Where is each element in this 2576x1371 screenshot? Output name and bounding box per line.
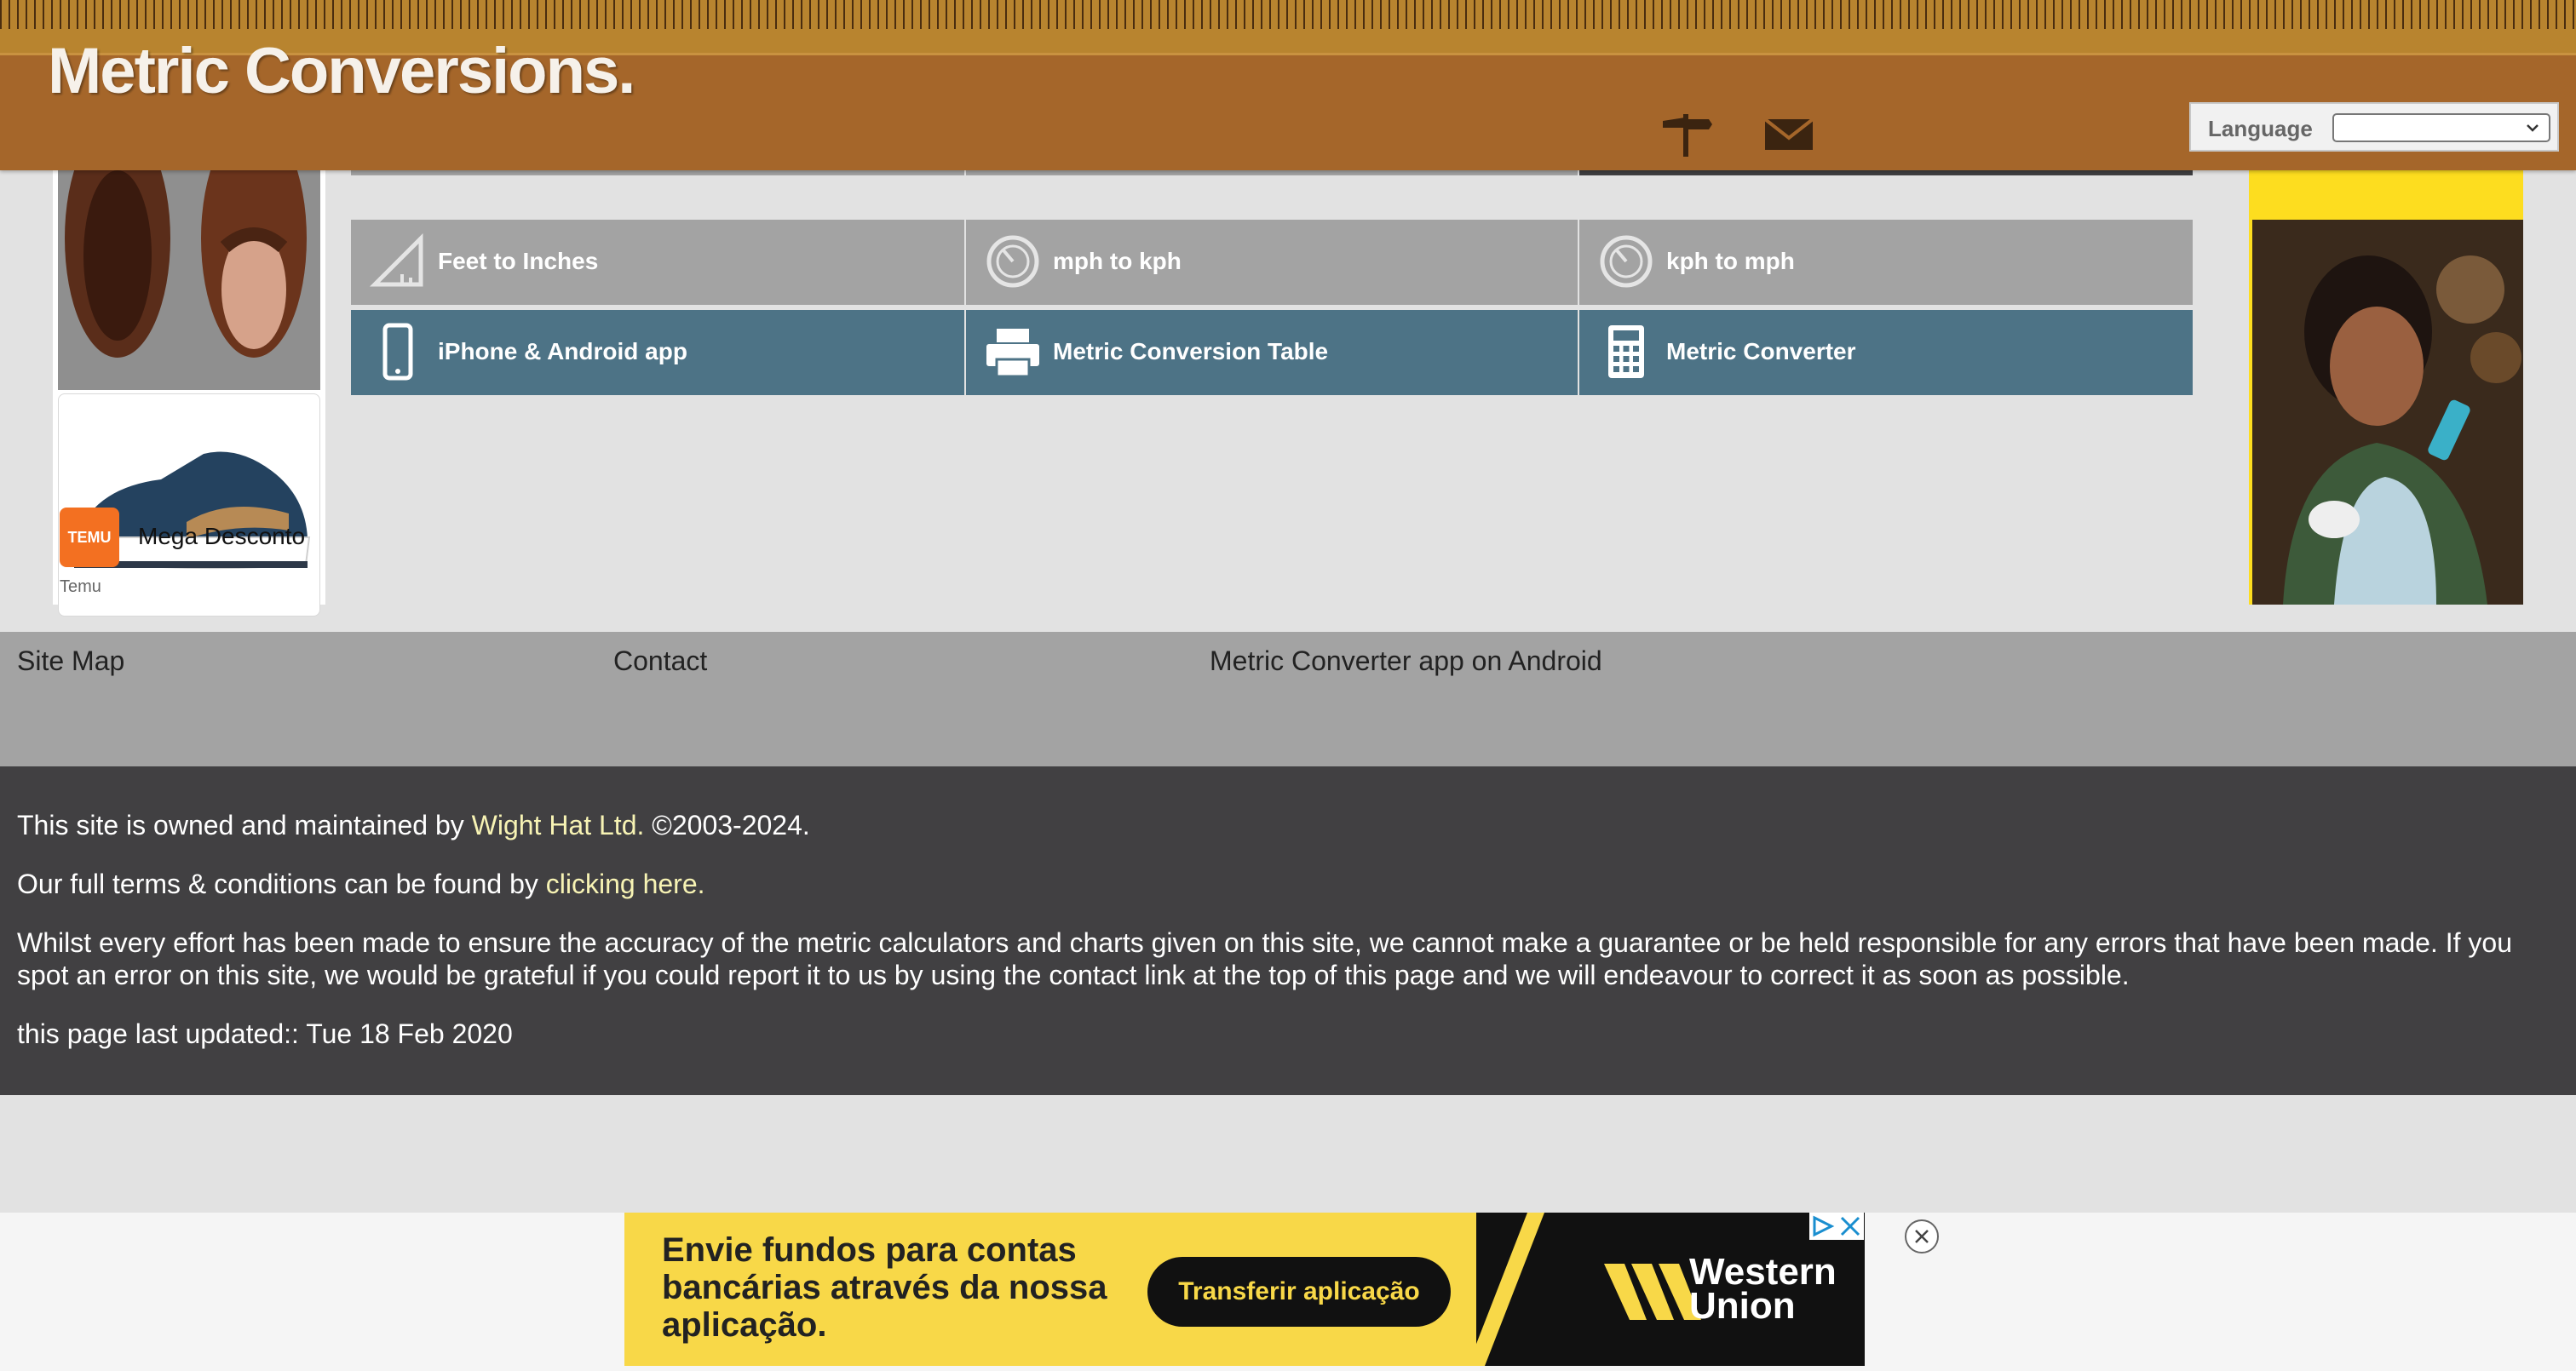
conversion-link-label: mph to kph (1053, 248, 1182, 274)
ownership-prefix: This site is owned and maintained by (17, 810, 472, 840)
footer-link-android-app[interactable]: Metric Converter app on Android (1210, 645, 1602, 677)
footer-link-site-map[interactable]: Site Map (17, 645, 124, 677)
language-selector: Language (2189, 102, 2559, 152)
adchoices-icon[interactable] (1809, 1213, 1864, 1240)
conversion-link-metric-conversion-table[interactable]: Metric Conversion Table (966, 310, 1578, 395)
ad-brand: Temu (60, 577, 101, 596)
sandals-product-image[interactable] (58, 136, 320, 390)
speedometer-icon (986, 235, 1039, 288)
printer-icon (986, 329, 1039, 378)
western-union-line2: Union (1689, 1285, 1796, 1327)
site-logo-title[interactable]: Metric Conversions. (48, 34, 635, 108)
western-union-line1: Western (1689, 1251, 1837, 1293)
terms-text: Our full terms & conditions can be found… (17, 868, 705, 900)
wight-hat-link[interactable]: Wight Hat Ltd. (472, 810, 645, 840)
conversion-link-metric-converter[interactable]: Metric Converter (1579, 310, 2193, 395)
speedometer-icon (1600, 235, 1653, 288)
temu-logo[interactable]: TEMU (60, 508, 119, 567)
ownership-text: This site is owned and maintained by Wig… (17, 809, 810, 841)
disclaimer-text: Whilst every effort has been made to ens… (17, 927, 2513, 990)
language-dropdown[interactable] (2332, 113, 2550, 142)
language-label: Language (2208, 116, 2313, 141)
left-advertisement[interactable]: TEMU Mega Desconto Temu (53, 119, 325, 617)
terms-link[interactable]: clicking here. (546, 869, 705, 899)
ownership-suffix: ©2003-2024. (644, 810, 810, 840)
conversion-link-label: Feet to Inches (438, 248, 599, 274)
ad-title[interactable]: Mega Desconto (138, 523, 305, 550)
bottom-advertisement[interactable]: Envie fundos para contas bancárias atrav… (624, 1213, 1865, 1366)
conversion-link-kph-to-mph[interactable]: kph to mph (1579, 220, 2193, 305)
close-ad-button[interactable] (1905, 1219, 1939, 1253)
conversion-link-iphone-android-app[interactable]: iPhone & Android app (351, 310, 964, 395)
chevron-down-icon (2527, 124, 2539, 132)
signpost-icon[interactable] (1656, 107, 1716, 158)
western-union-logo: Western Union (1689, 1251, 1837, 1327)
ruler-icon (369, 232, 423, 287)
close-icon (1915, 1230, 1929, 1243)
mail-icon[interactable] (1763, 116, 1814, 152)
last-updated-text: this page last updated:: Tue 18 Feb 2020 (17, 1018, 513, 1049)
conversion-link-mph-to-kph[interactable]: mph to kph (966, 220, 1578, 305)
footer-info: This site is owned and maintained by Wig… (0, 766, 2576, 1095)
conversion-link-feet-to-inches[interactable]: Feet to Inches (351, 220, 964, 305)
footer-link-contact[interactable]: Contact (613, 645, 707, 677)
calculator-icon (1608, 325, 1644, 378)
conversion-link-label: kph to mph (1666, 248, 1795, 274)
footer-links-bar: Site Map Contact Metric Converter app on… (0, 632, 2576, 766)
phone-icon (382, 323, 413, 381)
conversion-link-label: iPhone & Android app (438, 338, 687, 364)
bottom-ad-text[interactable]: Envie fundos para contas bancárias atrav… (662, 1231, 1139, 1344)
right-advertisement[interactable] (2249, 119, 2523, 605)
conversion-link-label: Metric Conversion Table (1053, 338, 1329, 364)
conversion-link-label: Metric Converter (1666, 338, 1856, 364)
bottom-ad-cta-button[interactable]: Transferir aplicação (1147, 1257, 1451, 1327)
site-header: Metric Conversions. Language (0, 0, 2576, 170)
terms-prefix: Our full terms & conditions can be found… (17, 869, 546, 899)
